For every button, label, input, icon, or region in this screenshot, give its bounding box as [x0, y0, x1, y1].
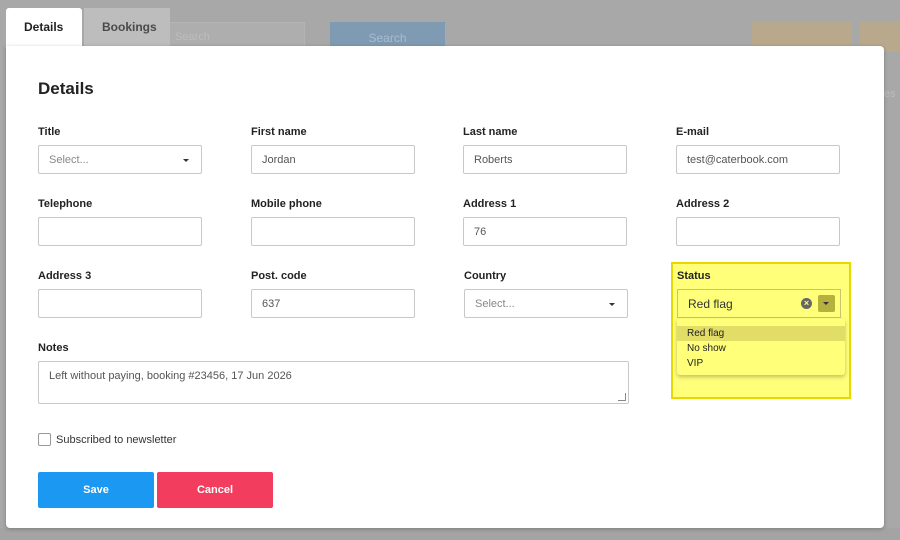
status-select[interactable]: Red flag × [677, 289, 841, 318]
country-select-value: Select... [475, 298, 515, 310]
address2-label: Address 2 [676, 198, 730, 210]
mobile-input[interactable] [251, 217, 415, 246]
newsletter-checkbox-row[interactable]: Subscribed to newsletter [38, 433, 176, 446]
newsletter-checkbox[interactable] [38, 433, 51, 446]
first-name-label: First name [251, 126, 307, 138]
chevron-down-icon [183, 159, 189, 162]
email-input[interactable]: test@caterbook.com [676, 145, 840, 174]
chevron-down-icon [823, 302, 829, 305]
title-label: Title [38, 126, 61, 138]
address2-field: Address 2 [676, 198, 841, 246]
title-field: Title Select... [38, 126, 203, 174]
last-name-input[interactable]: Roberts [463, 145, 627, 174]
address3-field: Address 3 [38, 270, 203, 318]
country-select[interactable]: Select... [464, 289, 628, 318]
title-select[interactable]: Select... [38, 145, 202, 174]
save-button[interactable]: Save [38, 472, 154, 508]
resize-handle[interactable] [618, 393, 626, 401]
mobile-label: Mobile phone [251, 198, 322, 210]
modal-title: Details [38, 79, 94, 98]
first-name-field: First name Jordan [251, 126, 416, 174]
telephone-input[interactable] [38, 217, 202, 246]
tab-bookings[interactable]: Bookings [84, 8, 170, 46]
status-option-no-show[interactable]: No show [677, 341, 845, 356]
status-option-vip[interactable]: VIP [677, 356, 845, 371]
address1-label: Address 1 [463, 198, 517, 210]
postcode-field: Post. code 637 [251, 270, 416, 318]
email-label: E-mail [676, 126, 710, 138]
details-modal: Details Title Select... First name Jorda… [6, 46, 884, 528]
telephone-field: Telephone [38, 198, 203, 246]
status-dropdown-menu: Red flag No show VIP [677, 319, 845, 375]
country-label: Country [464, 270, 507, 282]
address2-input[interactable] [676, 217, 840, 246]
telephone-label: Telephone [38, 198, 93, 210]
tab-details[interactable]: Details [6, 8, 82, 46]
status-label: Status [677, 270, 711, 282]
notes-label: Notes [38, 342, 69, 354]
email-field: E-mail test@caterbook.com [676, 126, 841, 174]
title-select-value: Select... [49, 154, 89, 166]
background-bottom [0, 528, 900, 540]
postcode-input[interactable]: 637 [251, 289, 415, 318]
status-field: Status Red flag × [677, 270, 844, 318]
last-name-label: Last name [463, 126, 518, 138]
address1-input[interactable]: 76 [463, 217, 627, 246]
last-name-field: Last name Roberts [463, 126, 628, 174]
clear-icon[interactable]: × [801, 298, 812, 309]
status-dropdown-toggle[interactable] [818, 295, 835, 312]
chevron-down-icon [609, 303, 615, 306]
notes-field: Notes Left without paying, booking #2345… [38, 342, 629, 404]
background-side-text: es [884, 88, 896, 100]
newsletter-label: Subscribed to newsletter [56, 433, 177, 446]
status-option-red-flag[interactable]: Red flag [677, 326, 845, 341]
mobile-field: Mobile phone [251, 198, 416, 246]
first-name-input[interactable]: Jordan [251, 145, 415, 174]
cancel-button[interactable]: Cancel [157, 472, 273, 508]
address3-label: Address 3 [38, 270, 92, 282]
country-field: Country Select... [464, 270, 629, 318]
address1-field: Address 1 76 [463, 198, 628, 246]
address3-input[interactable] [38, 289, 202, 318]
status-select-value: Red flag [688, 297, 733, 311]
notes-value: Left without paying, booking #23456, 17 … [49, 370, 292, 382]
postcode-label: Post. code [251, 270, 307, 282]
notes-textarea[interactable]: Left without paying, booking #23456, 17 … [38, 361, 629, 404]
